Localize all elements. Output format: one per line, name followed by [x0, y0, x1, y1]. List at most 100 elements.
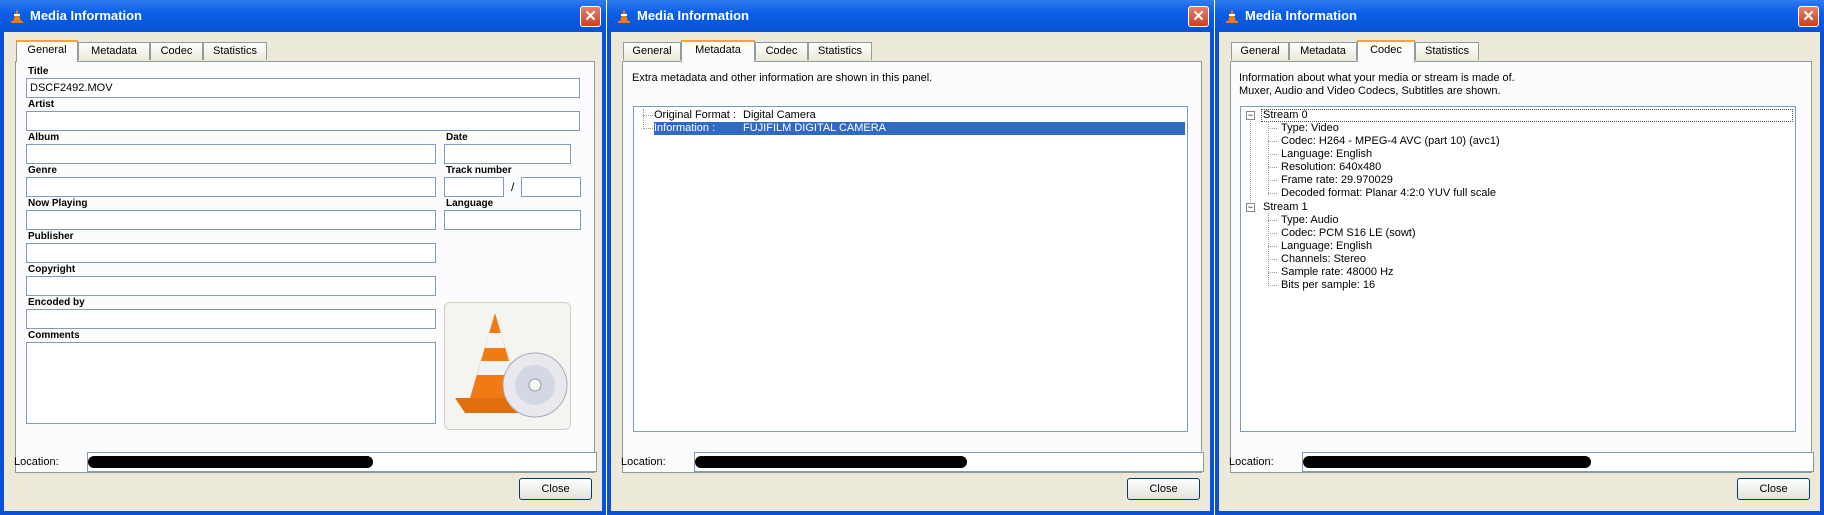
metadata-row[interactable]: Original Format : Digital Camera: [654, 109, 1185, 122]
title-bar[interactable]: Media Information ✕: [0, 0, 606, 32]
genre-field[interactable]: [26, 177, 436, 197]
redaction-mark: [1303, 456, 1591, 468]
track-separator: /: [511, 180, 515, 194]
stream-0-item[interactable]: Frame rate: 29.970029: [1281, 174, 1393, 186]
stream-0-item[interactable]: Type: Video: [1281, 122, 1339, 134]
stream-1-label[interactable]: Stream 1: [1263, 201, 1308, 213]
tree-line: [1268, 193, 1277, 194]
tree-line: [1268, 121, 1269, 195]
metadata-value: FUJIFILM DIGITAL CAMERA: [743, 122, 887, 134]
metadata-panel: Extra metadata and other information are…: [622, 61, 1202, 473]
tab-statistics[interactable]: Statistics: [1415, 42, 1479, 60]
codec-panel: Information about what your media or str…: [1230, 61, 1812, 473]
stream-0-item[interactable]: Decoded format: Planar 4:2:0 YUV full sc…: [1281, 187, 1496, 199]
tree-line: [1268, 272, 1277, 273]
date-label: Date: [446, 132, 468, 143]
copyright-field[interactable]: [26, 276, 436, 296]
stream-1-item[interactable]: Language: English: [1281, 240, 1372, 252]
tree-line: [643, 109, 644, 129]
tree-line: [1268, 213, 1269, 286]
redaction-mark: [88, 456, 373, 468]
location-field[interactable]: [87, 452, 597, 472]
vlc-cone-disc-art-icon: [455, 313, 568, 418]
publisher-label: Publisher: [28, 231, 74, 242]
dialog-body: General Metadata Codec Statistics Inform…: [1219, 32, 1820, 511]
window-close-button[interactable]: ✕: [1188, 6, 1209, 27]
tab-codec[interactable]: Codec: [755, 42, 808, 60]
tree-line: [1268, 128, 1277, 129]
tab-codec[interactable]: Codec: [150, 42, 203, 60]
stream-1-item[interactable]: Codec: PCM S16 LE (sowt): [1281, 227, 1416, 239]
now-playing-field[interactable]: [26, 210, 436, 230]
vlc-cone-icon: [11, 9, 23, 23]
comments-label: Comments: [28, 330, 80, 341]
encoded-by-label: Encoded by: [28, 297, 85, 308]
stream-1-item[interactable]: Bits per sample: 16: [1281, 279, 1375, 291]
title-field[interactable]: DSCF2492.MOV: [26, 78, 580, 98]
stream-0-item[interactable]: Resolution: 640x480: [1281, 161, 1381, 173]
comments-field[interactable]: [26, 342, 436, 424]
tab-codec[interactable]: Codec: [1357, 40, 1415, 62]
title-bar[interactable]: Media Information ✕: [1215, 0, 1824, 32]
window-close-button[interactable]: ✕: [1798, 6, 1819, 27]
close-button[interactable]: Close: [1737, 478, 1810, 500]
metadata-list[interactable]: Original Format : Digital Camera Informat…: [633, 106, 1188, 432]
album-field[interactable]: [26, 144, 436, 164]
window-close-button[interactable]: ✕: [580, 6, 601, 27]
codec-tree[interactable]: − Stream 0 Type: Video Codec: H264 - MPE…: [1240, 106, 1796, 432]
dialog-body: General Metadata Codec Statistics Extra …: [611, 32, 1210, 511]
tree-line: [1268, 246, 1277, 247]
window-title: Media Information: [30, 8, 142, 23]
tree-line: [1268, 154, 1277, 155]
codec-description-line2: Muxer, Audio and Video Codecs, Subtitles…: [1239, 85, 1501, 97]
location-label: Location:: [14, 456, 59, 468]
location-field[interactable]: [1302, 452, 1814, 472]
track-total-field[interactable]: [521, 177, 581, 197]
tab-metadata[interactable]: Metadata: [681, 40, 755, 62]
stream-1-item[interactable]: Type: Audio: [1281, 214, 1339, 226]
focus-rect: [1261, 109, 1793, 122]
title-bar[interactable]: Media Information ✕: [607, 0, 1214, 32]
tab-general[interactable]: General: [1231, 42, 1289, 60]
window-title: Media Information: [1245, 8, 1357, 23]
now-playing-label: Now Playing: [28, 198, 88, 209]
close-button[interactable]: Close: [1127, 478, 1200, 500]
tab-metadata[interactable]: Metadata: [78, 42, 150, 60]
stream-1-item[interactable]: Channels: Stereo: [1281, 253, 1366, 265]
track-number-field[interactable]: [444, 177, 504, 197]
metadata-description: Extra metadata and other information are…: [632, 72, 933, 84]
tree-line: [1268, 233, 1277, 234]
stream-0-item[interactable]: Language: English: [1281, 148, 1372, 160]
metadata-row-selected[interactable]: Information : FUJIFILM DIGITAL CAMERA: [654, 122, 1185, 135]
tab-metadata[interactable]: Metadata: [1289, 42, 1357, 60]
close-button[interactable]: Close: [519, 478, 592, 500]
collapse-stream-0-icon[interactable]: −: [1246, 111, 1255, 120]
tree-line: [1268, 180, 1277, 181]
tree-line: [1268, 259, 1277, 260]
tree-line: [643, 128, 653, 129]
collapse-stream-1-icon[interactable]: −: [1246, 203, 1255, 212]
artist-field[interactable]: [26, 111, 580, 131]
tree-line: [1250, 115, 1251, 208]
location-field[interactable]: [694, 452, 1204, 472]
album-label: Album: [28, 132, 60, 143]
publisher-field[interactable]: [26, 243, 436, 263]
encoded-by-field[interactable]: [26, 309, 436, 329]
tree-line: [1268, 285, 1277, 286]
tab-general[interactable]: General: [623, 42, 681, 60]
media-info-window-codec: Media Information ✕ General Metadata Cod…: [1215, 0, 1824, 515]
stream-1-item[interactable]: Sample rate: 48000 Hz: [1281, 266, 1394, 278]
date-field[interactable]: [444, 144, 571, 164]
tab-statistics[interactable]: Statistics: [203, 42, 267, 60]
tab-general[interactable]: General: [16, 40, 78, 62]
tab-statistics[interactable]: Statistics: [808, 42, 872, 60]
tree-line: [1268, 141, 1277, 142]
vlc-cone-icon: [618, 9, 630, 23]
dialog-body: General Metadata Codec Statistics Title …: [4, 32, 602, 511]
tree-line: [1268, 167, 1277, 168]
redaction-mark: [695, 456, 967, 468]
language-field[interactable]: [444, 210, 581, 230]
stream-0-label[interactable]: Stream 0: [1263, 109, 1308, 121]
stream-0-item[interactable]: Codec: H264 - MPEG-4 AVC (part 10) (avc1…: [1281, 135, 1500, 147]
codec-description-line1: Information about what your media or str…: [1239, 72, 1515, 84]
